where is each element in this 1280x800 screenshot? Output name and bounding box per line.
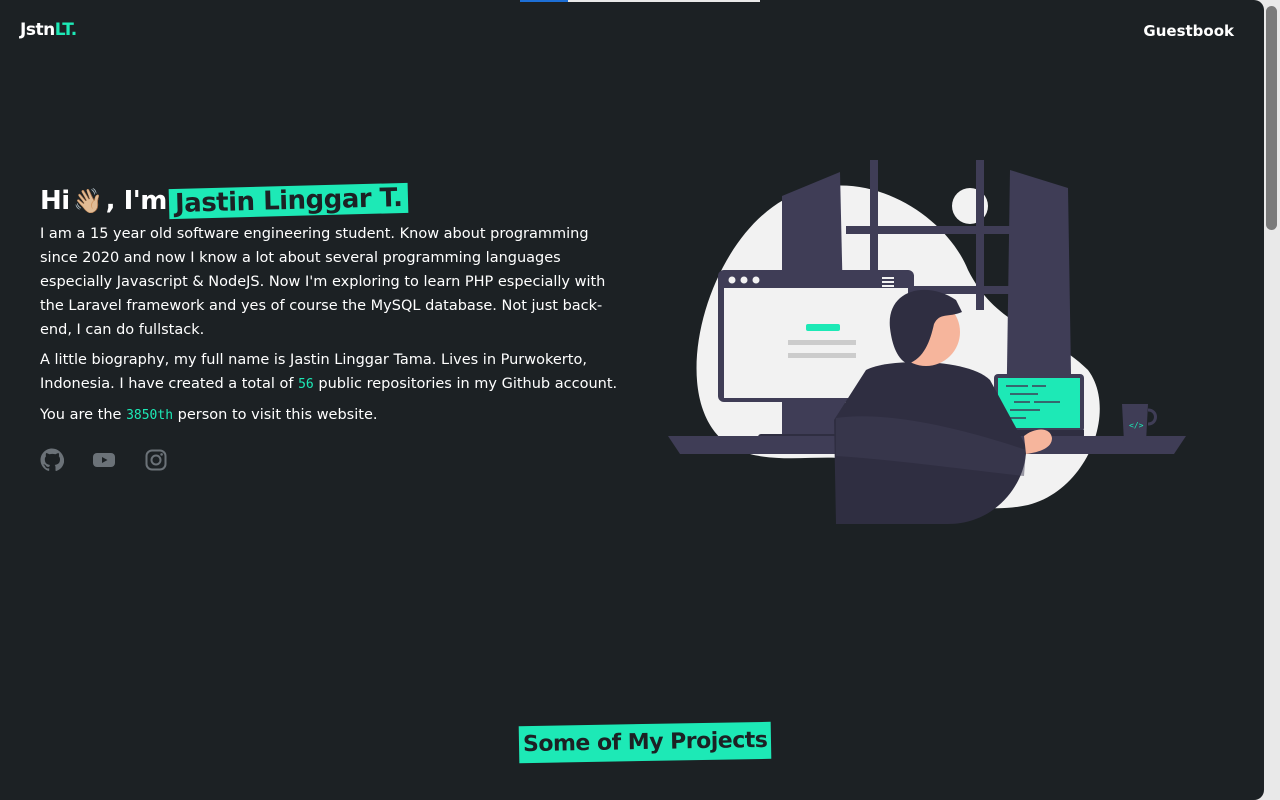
hero-heading: Hi 👋🏼 , I'm Jastin Linggar T. xyxy=(40,182,620,220)
name-highlight: Jastin Linggar T. xyxy=(168,182,409,220)
progress-bar xyxy=(520,0,760,2)
hero-section: Hi 👋🏼 , I'm Jastin Linggar T. I am a 15 … xyxy=(40,182,620,472)
youtube-icon[interactable] xyxy=(92,448,116,472)
logo[interactable]: JstnLT. xyxy=(20,20,77,40)
visitor-prefix: You are the xyxy=(40,407,122,423)
projects-section-title: Some of My Projects xyxy=(518,721,772,764)
visitor-number: 3850th xyxy=(126,408,174,423)
instagram-icon[interactable] xyxy=(144,448,168,472)
social-links xyxy=(40,448,620,472)
page: JstnLT. Guestbook Hi 👋🏼 , I'm Jastin Lin… xyxy=(0,0,1264,800)
developer-illustration: </> xyxy=(668,160,1186,524)
biography-suffix: public repositories in my Github account… xyxy=(318,376,618,392)
visitor-suffix: person to visit this website. xyxy=(177,407,378,423)
scrollbar[interactable] xyxy=(1264,0,1280,800)
greeting-mid: , I'm xyxy=(105,186,168,216)
repo-count: 56 xyxy=(298,377,314,392)
wave-emoji: 👋🏼 xyxy=(72,187,103,215)
biography-paragraph: A little biography, my full name is Jast… xyxy=(40,348,620,397)
logo-main: Jstn xyxy=(20,20,55,40)
nav-guestbook-link[interactable]: Guestbook xyxy=(1143,22,1234,40)
scrollbar-thumb[interactable] xyxy=(1266,6,1277,230)
logo-accent: LT. xyxy=(54,20,78,40)
progress-fill xyxy=(520,0,568,2)
greeting-prefix: Hi xyxy=(40,186,70,216)
github-icon[interactable] xyxy=(40,448,65,472)
svg-text:</>: </> xyxy=(1129,421,1144,430)
bio-paragraph: I am a 15 year old software engineering … xyxy=(40,226,606,338)
visitor-paragraph: You are the 3850th person to visit this … xyxy=(40,403,620,428)
